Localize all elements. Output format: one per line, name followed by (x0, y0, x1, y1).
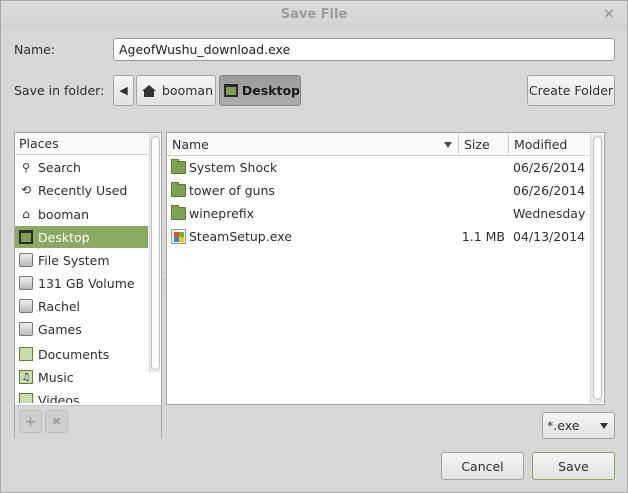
filename-input[interactable] (113, 38, 615, 61)
window-title: Save File (280, 7, 348, 22)
path-button-desktop[interactable]: Desktop (219, 75, 301, 106)
file-size (464, 156, 506, 179)
place-item-rachel[interactable]: Rachel (15, 295, 148, 317)
file-size: 1.1 MB (461, 229, 505, 244)
place-item-file-system[interactable]: File System (15, 249, 148, 271)
file-type-filter-select[interactable]: *.exe (542, 412, 615, 439)
column-name-label: Name (172, 137, 209, 152)
music-folder-icon: ♫ (19, 370, 33, 384)
save-in-folder-label: Save in folder: (14, 83, 105, 98)
column-header-name[interactable]: Name (167, 133, 459, 156)
place-label: Rachel (38, 298, 81, 314)
search-icon: ⚲ (21, 160, 31, 174)
home-icon: ⌂ (22, 207, 30, 221)
add-bookmark-button[interactable]: + (19, 410, 42, 433)
files-scrollbar[interactable] (590, 134, 603, 403)
title-bar[interactable]: Save File × (1, 1, 627, 29)
recent-icon: ⟲ (20, 183, 32, 197)
place-label: Search (38, 159, 81, 175)
files-panel: Name Size Modified System Shock 06/26/20… (166, 132, 605, 405)
folder-icon (171, 159, 186, 174)
places-panel: Places ⚲ Search ⟲ Recently Used ⌂ booman… (14, 132, 162, 438)
create-folder-button[interactable]: Create Folder (527, 75, 615, 106)
file-modified: 04/13/2014 (513, 229, 586, 244)
remove-bookmark-button[interactable]: ✖ (45, 410, 68, 433)
file-size (464, 179, 506, 202)
file-row[interactable]: System Shock 06/26/2014 (167, 156, 590, 179)
file-row[interactable]: SteamSetup.exe 1.1 MB 04/13/2014 (167, 225, 590, 248)
file-name: wineprefix (189, 206, 255, 221)
place-label: Documents (38, 346, 110, 362)
places-scrollbar[interactable] (149, 134, 160, 372)
place-item-131gb-volume[interactable]: 131 GB Volume (15, 272, 148, 294)
remove-icon: ✖ (51, 415, 62, 428)
places-footer: + ✖ (15, 405, 161, 438)
documents-folder-icon (19, 347, 33, 361)
desktop-icon (224, 84, 238, 97)
sort-descending-icon (444, 142, 452, 148)
executable-icon (171, 229, 186, 244)
place-label: Videos (38, 392, 80, 404)
file-size (464, 202, 506, 225)
home-icon (142, 84, 156, 97)
folder-icon (171, 205, 186, 220)
drive-icon (19, 322, 33, 336)
path-button-booman[interactable]: booman (136, 75, 216, 106)
place-label: Recently Used (38, 182, 128, 198)
chevron-down-icon (600, 423, 608, 429)
files-header: Name Size Modified (167, 133, 590, 156)
place-item-desktop[interactable]: Desktop (15, 226, 148, 248)
place-label: Desktop (38, 229, 90, 245)
file-name: tower of guns (189, 183, 275, 198)
file-modified: 06/26/2014 (513, 160, 586, 175)
drive-icon (19, 276, 33, 290)
path-label-desktop: Desktop (241, 83, 300, 98)
save-file-dialog: Save File × Name: Save in folder: ◀ boom… (0, 0, 628, 493)
file-row[interactable]: tower of guns 06/26/2014 (167, 179, 590, 202)
file-name: System Shock (189, 160, 278, 175)
places-header[interactable]: Places (15, 133, 161, 155)
drive-icon (19, 299, 33, 313)
file-modified: Wednesday (513, 206, 586, 221)
place-label: Music (38, 369, 74, 385)
column-header-modified[interactable]: Modified (509, 133, 590, 156)
name-label: Name: (14, 42, 56, 57)
column-header-size[interactable]: Size (459, 133, 509, 156)
place-item-music[interactable]: ♫ Music (15, 366, 148, 388)
place-label: Games (38, 321, 82, 337)
plus-icon: + (24, 413, 37, 430)
place-label: File System (38, 252, 110, 268)
filter-value: *.exe (547, 418, 580, 433)
place-item-games[interactable]: Games (15, 318, 148, 340)
desktop-icon (19, 230, 33, 244)
videos-folder-icon (19, 393, 33, 403)
folder-icon (171, 182, 186, 197)
file-row[interactable]: wineprefix Wednesday (167, 202, 590, 225)
files-scrollbar-thumb[interactable] (593, 136, 602, 400)
path-back-button[interactable]: ◀ (113, 75, 134, 106)
places-list: ⚲ Search ⟲ Recently Used ⌂ booman Deskto… (15, 156, 148, 403)
file-modified: 06/26/2014 (513, 183, 586, 198)
back-arrow-icon: ◀ (119, 84, 128, 97)
place-label: 131 GB Volume (38, 275, 135, 291)
drive-icon (19, 253, 33, 267)
close-icon[interactable]: × (601, 6, 617, 22)
file-name: SteamSetup.exe (189, 229, 292, 244)
cancel-button[interactable]: Cancel (441, 452, 524, 480)
place-item-recently-used[interactable]: ⟲ Recently Used (15, 179, 148, 201)
save-button[interactable]: Save (532, 452, 615, 480)
place-item-booman[interactable]: ⌂ booman (15, 203, 148, 225)
place-label: booman (38, 206, 89, 222)
path-label-booman: booman (162, 83, 213, 98)
place-item-videos[interactable]: Videos (15, 389, 148, 403)
places-scrollbar-thumb[interactable] (151, 136, 160, 370)
place-item-documents[interactable]: Documents (15, 343, 148, 365)
place-item-search[interactable]: ⚲ Search (15, 156, 148, 178)
